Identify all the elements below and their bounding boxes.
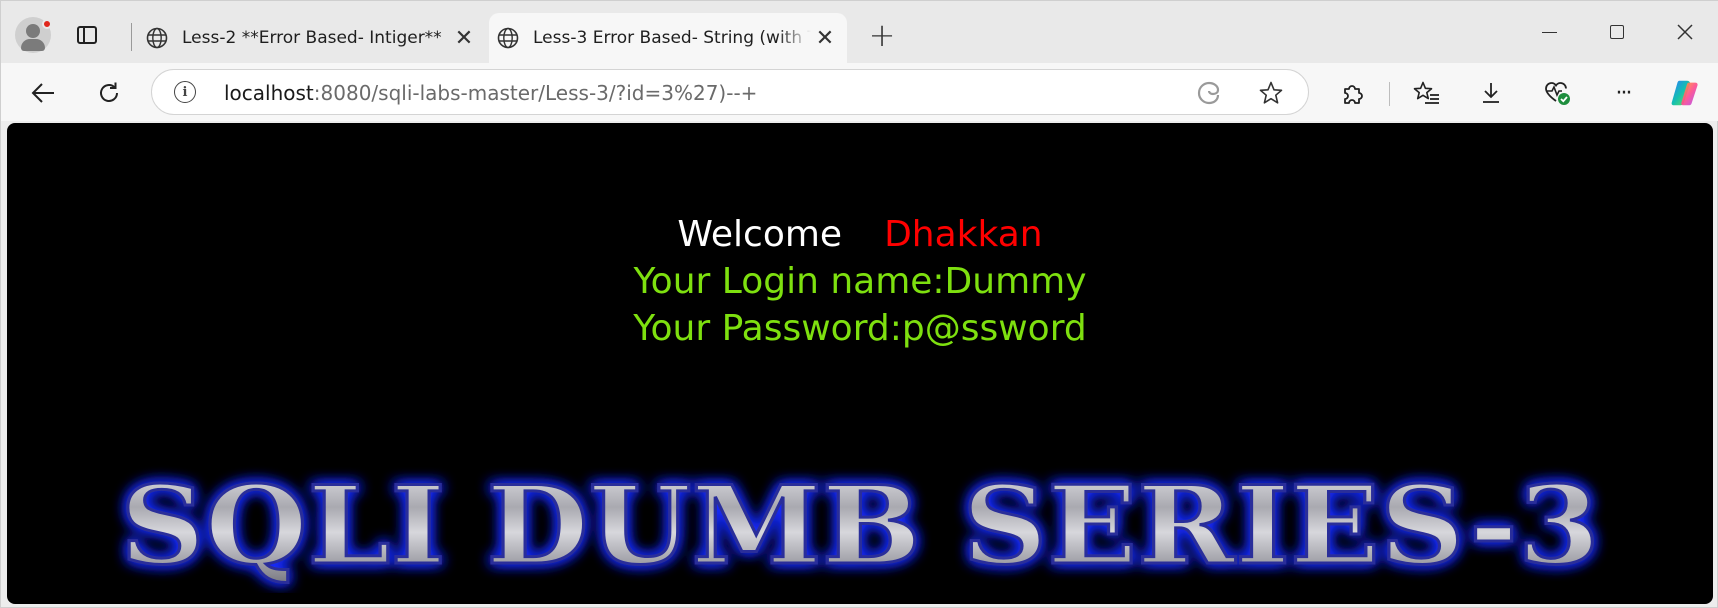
address-bar[interactable]: i localhost:8080/sqli-labs-master/Less-3…: [151, 69, 1309, 115]
browser-essentials-icon[interactable]: [1541, 77, 1573, 109]
login-name-line: Your Login name:Dummy: [633, 261, 1087, 302]
banner-title: SQLI DUMB SERIES-3: [120, 463, 1600, 589]
tab-actions-icon[interactable]: [75, 23, 99, 47]
star-icon[interactable]: [1258, 80, 1284, 106]
tab-title: Less-2 **Error Based- Intiger**: [182, 28, 442, 48]
download-icon[interactable]: [1475, 77, 1507, 109]
browser-toolbar: i localhost:8080/sqli-labs-master/Less-3…: [1, 63, 1718, 121]
edge-logo-icon[interactable]: [1196, 80, 1222, 106]
close-icon[interactable]: ✕: [450, 24, 478, 52]
refresh-icon: [100, 82, 118, 102]
maximize-icon: [1610, 25, 1624, 39]
welcome-line: Welcome Dhakkan: [7, 213, 1713, 257]
tab-title: Less-3 Error Based- String (with Twist): [533, 28, 811, 48]
window-close-button[interactable]: [1665, 15, 1705, 49]
maximize-button[interactable]: [1597, 15, 1637, 49]
globe-icon: [146, 27, 168, 49]
browser-window: Less-2 **Error Based- Intiger** ✕ Less-3…: [0, 0, 1718, 608]
back-arrow-icon: [31, 83, 54, 103]
puzzle-icon[interactable]: [1337, 77, 1369, 109]
url-host: localhost: [224, 81, 314, 105]
tab-strip: Less-2 **Error Based- Intiger** ✕ Less-3…: [1, 1, 1718, 63]
url-path: :8080/sqli-labs-master/Less-3/?id=3%27)-…: [313, 81, 758, 105]
minimize-button[interactable]: [1529, 15, 1569, 49]
tab-separator: [131, 23, 132, 51]
welcome-label: Welcome: [677, 214, 843, 255]
url-text[interactable]: localhost:8080/sqli-labs-master/Less-3/?…: [224, 81, 757, 105]
refresh-button[interactable]: [93, 77, 125, 109]
globe-icon: [497, 27, 519, 49]
password-line: Your Password:p@ssword: [633, 308, 1087, 349]
toolbar-separator: [1389, 82, 1390, 106]
sqli-dumb-series-banner: SQLI DUMB SERIES-3: [119, 462, 1602, 591]
minimize-icon: [1541, 31, 1557, 33]
new-tab-button[interactable]: +: [867, 19, 897, 51]
notification-dot: [42, 19, 52, 29]
site-info-icon[interactable]: i: [174, 81, 196, 103]
web-page: Welcome Dhakkan Your Login name:Dummy You…: [7, 123, 1713, 604]
close-icon[interactable]: ✕: [811, 24, 839, 52]
favorites-list-icon[interactable]: [1411, 77, 1443, 109]
close-icon: [1677, 24, 1693, 40]
user-name: Dhakkan: [884, 214, 1043, 255]
profile-avatar-icon[interactable]: [15, 17, 52, 53]
tab-less-3[interactable]: Less-3 Error Based- String (with Twist) …: [489, 13, 847, 63]
tab-less-2[interactable]: Less-2 **Error Based- Intiger** ✕: [138, 13, 486, 63]
copilot-icon[interactable]: [1669, 77, 1701, 109]
back-button[interactable]: [27, 77, 59, 109]
more-dots-icon[interactable]: ···: [1607, 77, 1639, 109]
